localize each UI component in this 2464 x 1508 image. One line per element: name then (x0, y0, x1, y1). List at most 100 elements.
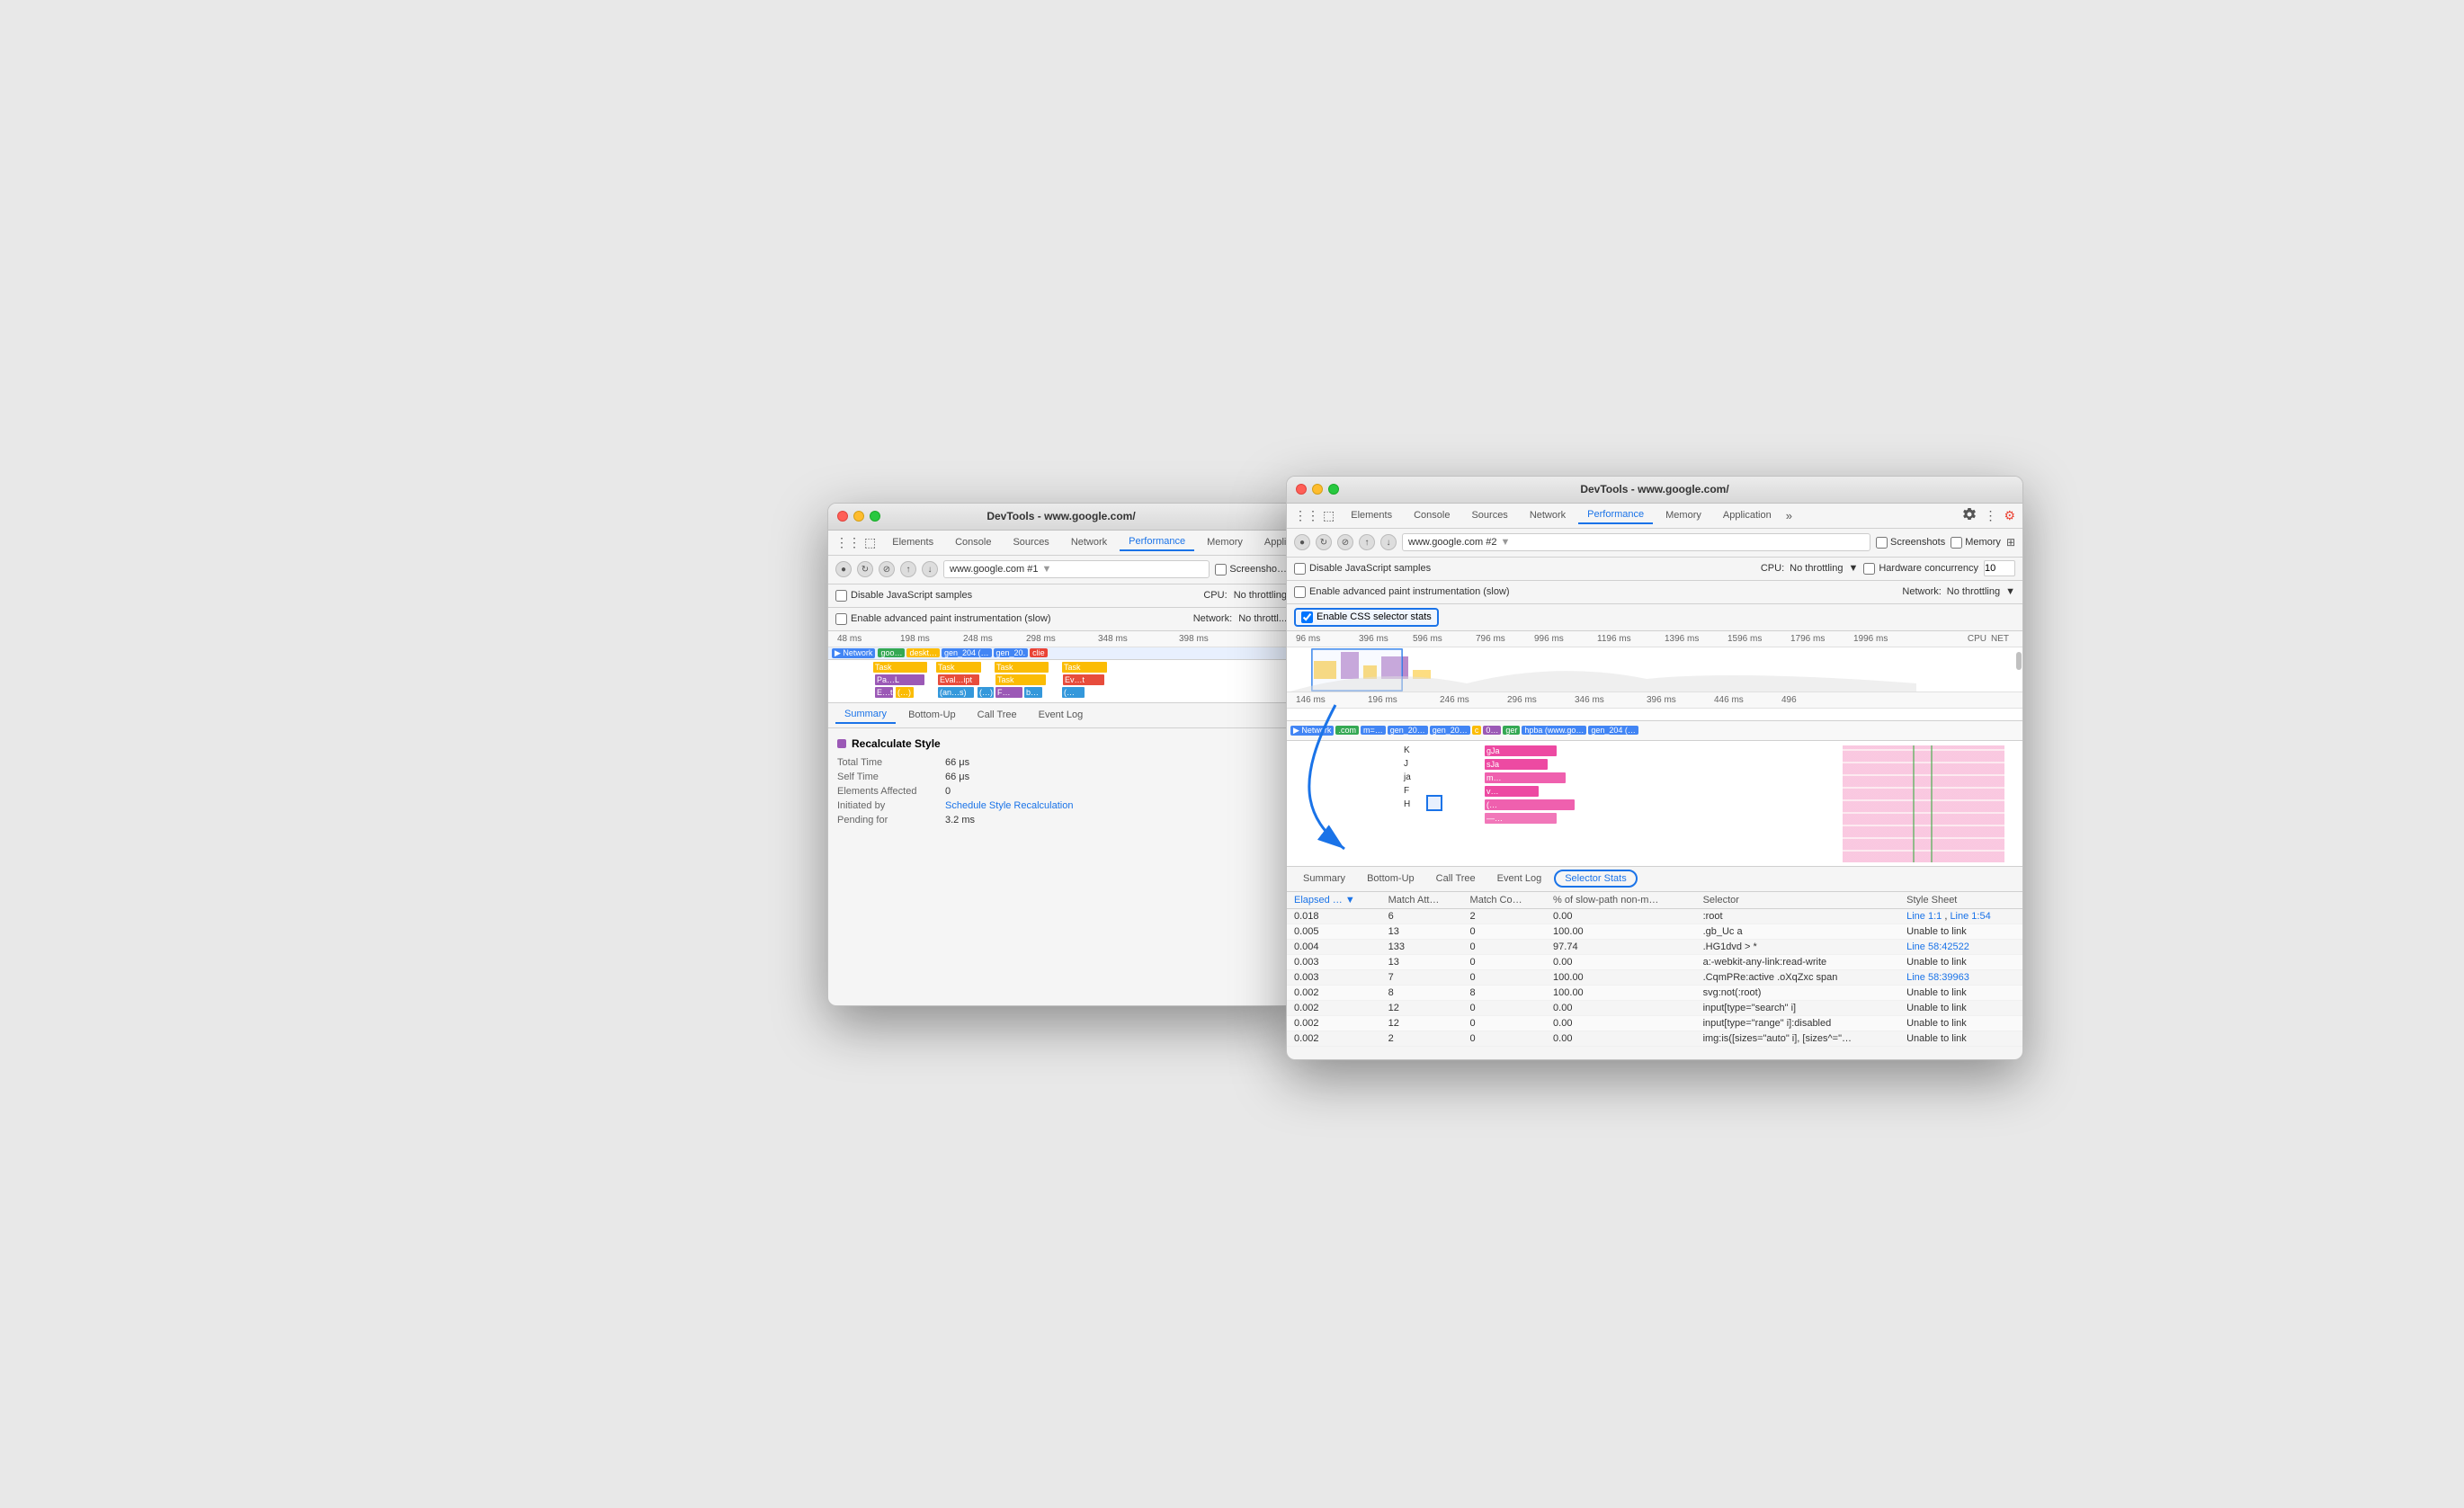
scrollbar-vertical-overview[interactable] (2015, 647, 2022, 692)
tick-198: 198 ms (900, 634, 930, 644)
paren-front: (… (1485, 799, 1575, 810)
style-sheet-link[interactable]: Line 1:54 (1950, 911, 1990, 922)
col-slow-path[interactable]: % of slow-path non-m… (1546, 892, 1696, 909)
tab-network-back[interactable]: Network (1062, 534, 1116, 550)
stop-btn-front[interactable]: ⊘ (1337, 534, 1353, 550)
hardware-concurrency-input[interactable] (1984, 560, 2015, 576)
enable-advanced-paint-front[interactable]: Enable advanced paint instrumentation (s… (1294, 586, 1510, 598)
col-match-att[interactable]: Match Att… (1381, 892, 1463, 909)
more-tabs-front[interactable]: » (1786, 509, 1792, 522)
css-selector-input[interactable] (1301, 611, 1313, 623)
maximize-button-back[interactable] (870, 511, 880, 522)
download-btn-back[interactable]: ↓ (922, 561, 938, 577)
tab-console-front[interactable]: Console (1405, 507, 1459, 523)
cell-style-sheet: Unable to link (1899, 924, 2022, 939)
col-selector[interactable]: Selector (1696, 892, 1900, 909)
tab-application-front[interactable]: Application (1714, 507, 1781, 523)
summary-color-indicator (837, 739, 846, 748)
minimize-button-front[interactable] (1312, 484, 1323, 495)
record-btn-front[interactable]: ● (1294, 534, 1310, 550)
maximize-button-front[interactable] (1328, 484, 1339, 495)
tick-248: 248 ms (963, 634, 993, 644)
cell-match-co: 0 (1463, 939, 1546, 954)
tab-event-log-front[interactable]: Event Log (1488, 870, 1551, 887)
style-sheet-link[interactable]: Line 1:1 (1906, 911, 1942, 922)
screenshot-checkbox-back[interactable]: Screensho… (1215, 564, 1287, 576)
record-btn-back[interactable]: ● (835, 561, 852, 577)
bottom-tab-bar-front: Summary Bottom-Up Call Tree Event Log Se… (1287, 867, 2022, 892)
tab-call-tree-back[interactable]: Call Tree (969, 707, 1026, 723)
devtools-icon-back[interactable]: ⋮⋮ (835, 535, 861, 550)
close-button-front[interactable] (1296, 484, 1307, 495)
tab-network-front[interactable]: Network (1521, 507, 1575, 523)
cpu-dropdown-icon[interactable]: ▼ (1848, 563, 1858, 574)
devtools-icon2-back[interactable]: ⬚ (864, 535, 876, 550)
tick-396b: 396 ms (1647, 695, 1676, 705)
devtools-icon2-front[interactable]: ⬚ (1323, 508, 1335, 523)
settings-icon-red[interactable]: ⚙ (2004, 508, 2015, 523)
upload-btn-back[interactable]: ↑ (900, 561, 916, 577)
network-row-back: ▶ Network goo… deskt… gen_204 (… gen_20.… (828, 647, 1294, 660)
close-button-back[interactable] (837, 511, 848, 522)
col-match-co[interactable]: Match Co… (1463, 892, 1546, 909)
upload-btn-front[interactable]: ↑ (1359, 534, 1375, 550)
timeline-area-back[interactable]: 48 ms 198 ms 248 ms 298 ms 348 ms 398 ms… (828, 631, 1294, 703)
tab-call-tree-front[interactable]: Call Tree (1427, 870, 1485, 887)
timeline-area-front[interactable]: 96 ms 396 ms 596 ms 796 ms 996 ms 1196 m… (1287, 631, 2022, 721)
tab-summary-back[interactable]: Summary (835, 706, 896, 724)
settings-icon-front[interactable] (1962, 507, 1977, 524)
col-style-sheet[interactable]: Style Sheet (1899, 892, 2022, 909)
network-dropdown-icon[interactable]: ▼ (2005, 586, 2015, 597)
window-title-back: DevTools - www.google.com/ (986, 510, 1135, 522)
tab-bottom-up-front[interactable]: Bottom-Up (1358, 870, 1424, 887)
tab-performance-front[interactable]: Performance (1578, 506, 1653, 524)
flame-area-front[interactable]: K J ja F H gJa sJa m… v… (… —… (1287, 741, 2022, 867)
cell-elapsed: 0.002 (1287, 1031, 1381, 1046)
refresh-btn-back[interactable]: ↻ (857, 561, 873, 577)
cpu-right-label: CPU (1968, 634, 1986, 644)
schedule-style-link[interactable]: Schedule Style Recalculation (945, 800, 1073, 811)
options-bar-front: Disable JavaScript samples CPU: No throt… (1287, 558, 2022, 581)
tab-sources-front[interactable]: Sources (1462, 507, 1516, 523)
stop-btn-back[interactable]: ⊘ (879, 561, 895, 577)
style-sheet-link[interactable]: Line 58:39963 (1906, 972, 1969, 983)
tab-performance-back[interactable]: Performance (1120, 533, 1194, 551)
scrollbar-thumb-overview[interactable] (2016, 652, 2022, 670)
tab-summary-front[interactable]: Summary (1294, 870, 1354, 887)
tab-bottom-up-back[interactable]: Bottom-Up (899, 707, 965, 723)
style-sheet-link[interactable]: Line 58:42522 (1906, 941, 1969, 952)
disable-js-samples-back[interactable]: Disable JavaScript samples (835, 590, 972, 602)
css-selector-checkbox[interactable]: Enable CSS selector stats (1294, 608, 1439, 627)
refresh-btn-front[interactable]: ↻ (1316, 534, 1332, 550)
minimize-button-back[interactable] (853, 511, 864, 522)
flame-area-back[interactable]: ▶ Network goo… deskt… gen_204 (… gen_20.… (828, 647, 1294, 703)
tab-event-log-back[interactable]: Event Log (1030, 707, 1093, 723)
cell-style-sheet: Line 58:39963 (1899, 969, 2022, 985)
tab-elements-back[interactable]: Elements (883, 534, 942, 550)
tab-selector-stats[interactable]: Selector Stats (1554, 870, 1637, 888)
tab-console-back[interactable]: Console (946, 534, 1000, 550)
tab-sources-back[interactable]: Sources (1004, 534, 1058, 550)
col-elapsed[interactable]: Elapsed … ▼ (1287, 892, 1381, 909)
address-bar-front[interactable]: www.google.com #2 ▼ (1402, 533, 1870, 551)
window-title-front: DevTools - www.google.com/ (1580, 483, 1728, 495)
address-dropdown-front[interactable]: ▼ (1500, 537, 1510, 548)
screenshots-checkbox[interactable]: Screenshots (1876, 537, 1945, 549)
cell-match-co: 0 (1463, 924, 1546, 939)
memory-checkbox[interactable]: Memory (1951, 537, 2001, 549)
disable-js-samples-front[interactable]: Disable JavaScript samples (1294, 563, 1431, 575)
selector-stats-container[interactable]: Elapsed … ▼ Match Att… Match Co… % of sl… (1287, 892, 2022, 1047)
more-options-front[interactable]: ⋮ (1984, 508, 1996, 523)
tab-memory-back[interactable]: Memory (1198, 534, 1252, 550)
cell-elapsed: 0.003 (1287, 954, 1381, 969)
tab-elements-front[interactable]: Elements (1342, 507, 1401, 523)
address-dropdown-back[interactable]: ▼ (1041, 564, 1051, 575)
green-line-2 (1913, 745, 1915, 862)
enable-advanced-paint-back[interactable]: Enable advanced paint instrumentation (s… (835, 613, 1051, 625)
devtools-window-front: DevTools - www.google.com/ ⋮⋮ ⬚ Elements… (1286, 476, 2023, 1060)
download-btn-front[interactable]: ↓ (1380, 534, 1397, 550)
address-bar-back[interactable]: www.google.com #1 ▼ (943, 560, 1210, 578)
devtools-icon-front[interactable]: ⋮⋮ (1294, 508, 1319, 523)
overview-chart[interactable] (1287, 647, 2022, 692)
tab-memory-front[interactable]: Memory (1656, 507, 1710, 523)
